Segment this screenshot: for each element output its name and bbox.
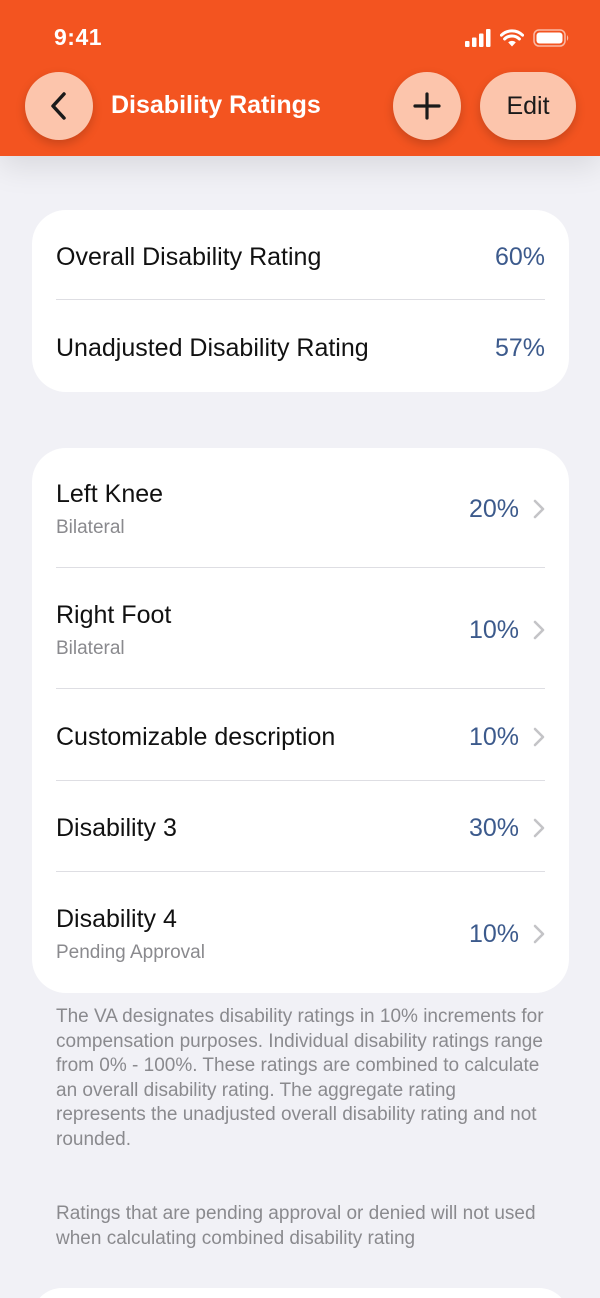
chevron-right-icon bbox=[533, 499, 545, 519]
divider bbox=[56, 871, 545, 872]
divider bbox=[56, 299, 545, 300]
overall-rating-label: Overall Disability Rating bbox=[56, 242, 322, 271]
chevron-right-icon bbox=[533, 818, 545, 838]
chevron-left-icon bbox=[51, 92, 66, 120]
footer-note-pending: Ratings that are pending approval or den… bbox=[56, 1203, 536, 1249]
rating-subtitle: Bilateral bbox=[56, 637, 125, 659]
unadjusted-rating-value: 57% bbox=[494, 333, 545, 362]
chevron-right-icon bbox=[533, 924, 545, 944]
ratings-list-card: Left Knee Bilateral 20% Right Foot Bilat… bbox=[32, 448, 569, 993]
divider bbox=[56, 567, 545, 568]
rating-status: Pending Approval bbox=[56, 941, 205, 963]
status-icons bbox=[465, 28, 570, 48]
header: 9:41 Disability Ratings Edit bbox=[0, 0, 600, 156]
chevron-right-icon bbox=[533, 620, 545, 640]
rating-title: Disability 4 bbox=[56, 904, 177, 933]
rating-title: Left Knee bbox=[56, 479, 164, 508]
cellular-signal-icon bbox=[465, 29, 491, 47]
edit-button[interactable]: Edit bbox=[480, 72, 576, 140]
rating-row-customizable-description[interactable]: Customizable description 10% bbox=[56, 715, 545, 759]
plus-icon bbox=[413, 92, 441, 120]
rating-title: Disability 3 bbox=[56, 813, 177, 842]
back-button[interactable] bbox=[25, 72, 93, 140]
overall-rating-row: Overall Disability Rating 60% bbox=[56, 235, 545, 279]
battery-icon bbox=[533, 29, 569, 47]
rating-row-right-foot[interactable]: Right Foot Bilateral 10% bbox=[56, 599, 545, 661]
divider bbox=[56, 780, 545, 781]
rating-row-left-knee[interactable]: Left Knee Bilateral 20% bbox=[56, 478, 545, 540]
wifi-icon bbox=[500, 29, 524, 47]
overall-rating-value: 60% bbox=[494, 242, 545, 271]
nav-bar: Disability Ratings Edit bbox=[0, 72, 600, 142]
divider bbox=[56, 688, 545, 689]
next-section-card bbox=[32, 1288, 569, 1298]
page-title: Disability Ratings bbox=[111, 91, 321, 119]
rating-value: 10% bbox=[468, 615, 519, 644]
rating-row-disability-3[interactable]: Disability 3 30% bbox=[56, 806, 545, 850]
summary-card: Overall Disability Rating 60% Unadjusted… bbox=[32, 210, 569, 392]
unadjusted-rating-row: Unadjusted Disability Rating 57% bbox=[56, 326, 545, 370]
rating-value: 30% bbox=[468, 813, 519, 842]
rating-row-disability-4[interactable]: Disability 4 Pending Approval 10% bbox=[56, 903, 545, 965]
status-time: 9:41 bbox=[54, 24, 103, 50]
rating-value: 20% bbox=[468, 494, 519, 523]
rating-value: 10% bbox=[468, 722, 519, 751]
rating-value: 10% bbox=[468, 919, 519, 948]
rating-title: Right Foot bbox=[56, 600, 172, 629]
rating-title: Customizable description bbox=[56, 722, 336, 751]
rating-subtitle: Bilateral bbox=[56, 516, 125, 538]
footer-note-explanation: The VA designates disability ratings in … bbox=[56, 1006, 544, 1150]
add-button[interactable] bbox=[393, 72, 461, 140]
unadjusted-rating-label: Unadjusted Disability Rating bbox=[56, 333, 369, 362]
chevron-right-icon bbox=[533, 727, 545, 747]
status-bar: 9:41 bbox=[0, 0, 600, 70]
